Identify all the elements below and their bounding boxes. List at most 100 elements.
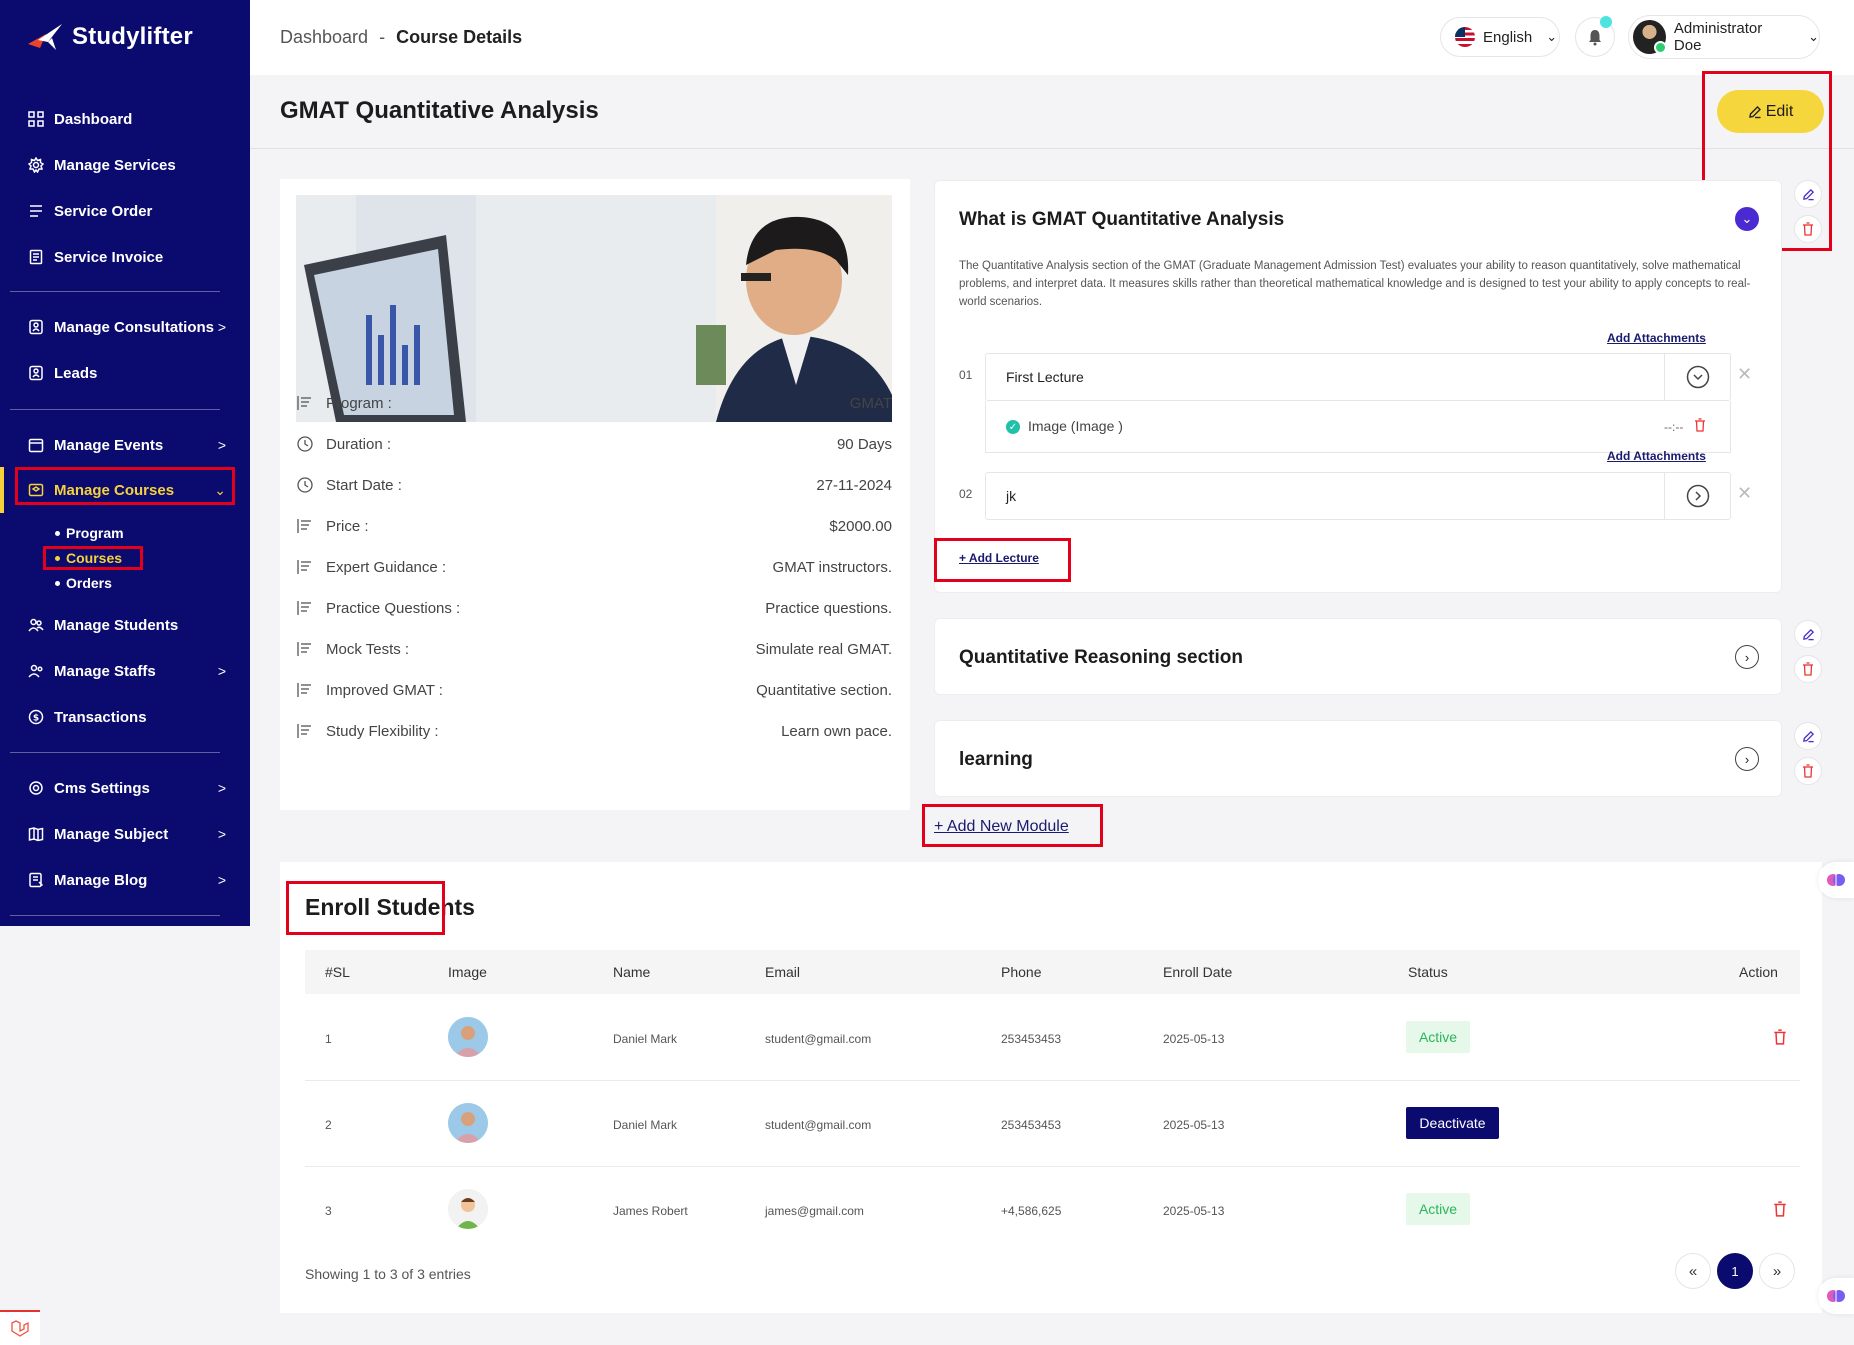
sidebar-item-service-invoice[interactable]: Service Invoice xyxy=(10,237,240,277)
edit-module-button[interactable] xyxy=(1794,722,1822,750)
cell-email: student@gmail.com xyxy=(765,1032,872,1046)
breadcrumb-separator: - xyxy=(379,27,386,47)
add-lecture-link[interactable]: + Add Lecture xyxy=(959,551,1039,565)
pagination-page[interactable]: 1 xyxy=(1717,1253,1753,1289)
expand-button[interactable]: › xyxy=(1735,747,1759,771)
info-icon xyxy=(296,394,314,412)
sidebar-subitem-orders[interactable]: Orders xyxy=(55,575,112,591)
sidebar-item-manage-students[interactable]: Manage Students xyxy=(10,605,240,645)
breadcrumb: Dashboard - Course Details xyxy=(280,27,522,48)
chevron-right-icon: > xyxy=(217,437,226,453)
edit-button[interactable]: Edit xyxy=(1717,90,1824,133)
cell-name: Daniel Mark xyxy=(613,1118,678,1132)
status-badge[interactable]: Active xyxy=(1406,1021,1470,1053)
ai-assistant-button[interactable] xyxy=(1818,862,1854,898)
delete-module-button[interactable] xyxy=(1794,655,1822,683)
cell-phone: 253453453 xyxy=(1001,1118,1062,1132)
collapse-button[interactable]: ⌄ xyxy=(1735,207,1759,231)
language-selector[interactable]: English ⌄ xyxy=(1440,17,1560,57)
trash-icon xyxy=(1803,662,1813,676)
module-card[interactable]: Quantitative Reasoning section › xyxy=(934,618,1782,695)
edit-module-button[interactable] xyxy=(1794,180,1822,208)
info-row-start-date: Start Date : 27-11-2024 xyxy=(296,473,892,497)
entries-summary: Showing 1 to 3 of 3 entries xyxy=(305,1266,471,1282)
column-header: Name xyxy=(613,964,651,980)
sidebar-item-transactions[interactable]: $ Transactions xyxy=(10,697,240,737)
sidebar-item-cms-settings[interactable]: Cms Settings > xyxy=(10,768,240,808)
lecture-row[interactable]: First Lecture xyxy=(985,353,1731,401)
sidebar-item-manage-services[interactable]: Manage Services xyxy=(10,145,240,185)
sidebar-item-label: Manage Courses xyxy=(54,481,175,499)
lecture-toggle-button[interactable] xyxy=(1664,354,1730,400)
info-value: Learn own pace. xyxy=(781,722,892,740)
info-value: Simulate real GMAT. xyxy=(755,640,892,658)
info-value: Quantitative section. xyxy=(756,681,892,699)
add-attachments-link[interactable]: Add Attachments xyxy=(1607,449,1706,463)
app-logo[interactable]: Studylifter xyxy=(26,22,193,52)
info-row-price: Price : $2000.00 xyxy=(296,514,892,538)
table-row: 3 James Robert james@gmail.com +4,586,62… xyxy=(305,1167,1800,1253)
remove-lecture-icon[interactable]: ✕ xyxy=(1737,483,1752,504)
delete-module-button[interactable] xyxy=(1794,757,1822,785)
info-row-expert-guidance: Expert Guidance : GMAT instructors. xyxy=(296,555,892,579)
info-icon xyxy=(296,558,314,576)
debug-bar-icon[interactable] xyxy=(0,1310,40,1345)
pagination-next[interactable]: » xyxy=(1759,1253,1795,1289)
expand-button[interactable]: › xyxy=(1735,645,1759,669)
clock-icon xyxy=(296,476,314,494)
student-avatar xyxy=(448,1103,488,1143)
lecture-row[interactable]: jk xyxy=(985,472,1731,520)
students-icon xyxy=(28,617,44,633)
sidebar-item-manage-consultations[interactable]: Manage Consultations > xyxy=(10,307,240,347)
status-badge[interactable]: Active xyxy=(1406,1193,1470,1225)
pagination-prev[interactable]: « xyxy=(1675,1253,1711,1289)
info-row-improved-gmat: Improved GMAT : Quantitative section. xyxy=(296,678,892,702)
top-bar: Dashboard - Course Details English ⌄ Adm… xyxy=(250,0,1854,75)
user-menu[interactable]: Administrator Doe ⌄ xyxy=(1628,15,1820,59)
pencil-icon xyxy=(1802,730,1814,742)
cell-phone: 253453453 xyxy=(1001,1032,1062,1046)
list-icon xyxy=(28,203,44,219)
sidebar-item-label: Manage Services xyxy=(54,156,176,174)
lecture-toggle-button[interactable] xyxy=(1664,473,1730,519)
brain-icon xyxy=(1827,1290,1845,1302)
add-attachments-link[interactable]: Add Attachments xyxy=(1607,331,1706,345)
subitem-label: Program xyxy=(66,525,124,541)
sidebar-item-manage-blog[interactable]: Manage Blog > xyxy=(10,860,240,900)
svg-text:$: $ xyxy=(33,714,39,724)
chevron-right-icon: > xyxy=(217,872,226,888)
sidebar-item-label: Service Order xyxy=(54,202,153,220)
sidebar-item-leads[interactable]: Leads xyxy=(10,353,240,393)
sidebar-item-label: Manage Subject xyxy=(54,825,169,843)
sidebar-item-manage-events[interactable]: Manage Events > xyxy=(10,425,240,465)
sidebar-item-label: Manage Students xyxy=(54,616,179,634)
chevron-right-icon: > xyxy=(217,780,226,796)
sidebar-subitem-program[interactable]: Program xyxy=(55,525,124,541)
delete-module-button[interactable] xyxy=(1794,215,1822,243)
edit-module-button[interactable] xyxy=(1794,620,1822,648)
status-badge[interactable]: Deactivate xyxy=(1406,1107,1499,1139)
breadcrumb-root[interactable]: Dashboard xyxy=(280,27,368,47)
bell-icon xyxy=(1589,30,1601,46)
sidebar-item-manage-staffs[interactable]: Manage Staffs > xyxy=(10,651,240,691)
check-icon: ✓ xyxy=(1006,420,1020,434)
sidebar-item-manage-subject[interactable]: Manage Subject > xyxy=(10,814,240,854)
info-value: GMAT xyxy=(849,394,892,412)
sidebar-item-service-order[interactable]: Service Order xyxy=(10,191,240,231)
lecture-name: First Lecture xyxy=(1006,369,1084,385)
add-new-module-link[interactable]: + Add New Module xyxy=(934,818,1069,836)
remove-lecture-icon[interactable]: ✕ xyxy=(1737,364,1752,385)
sidebar-divider xyxy=(10,291,220,292)
trash-icon[interactable] xyxy=(1694,418,1706,436)
course-image xyxy=(296,195,892,422)
ai-assistant-button[interactable] xyxy=(1818,1278,1854,1314)
avatar xyxy=(1633,20,1667,54)
sidebar-subitem-courses[interactable]: Courses xyxy=(55,550,122,566)
trash-icon[interactable] xyxy=(1773,1029,1791,1047)
trash-icon[interactable] xyxy=(1773,1201,1791,1219)
sidebar-item-manage-courses[interactable]: Manage Courses ⌄ xyxy=(10,470,240,510)
sidebar-divider xyxy=(10,409,220,410)
sidebar-item-dashboard[interactable]: Dashboard xyxy=(10,99,240,139)
module-card[interactable]: learning › xyxy=(934,720,1782,797)
active-indicator xyxy=(0,467,4,513)
